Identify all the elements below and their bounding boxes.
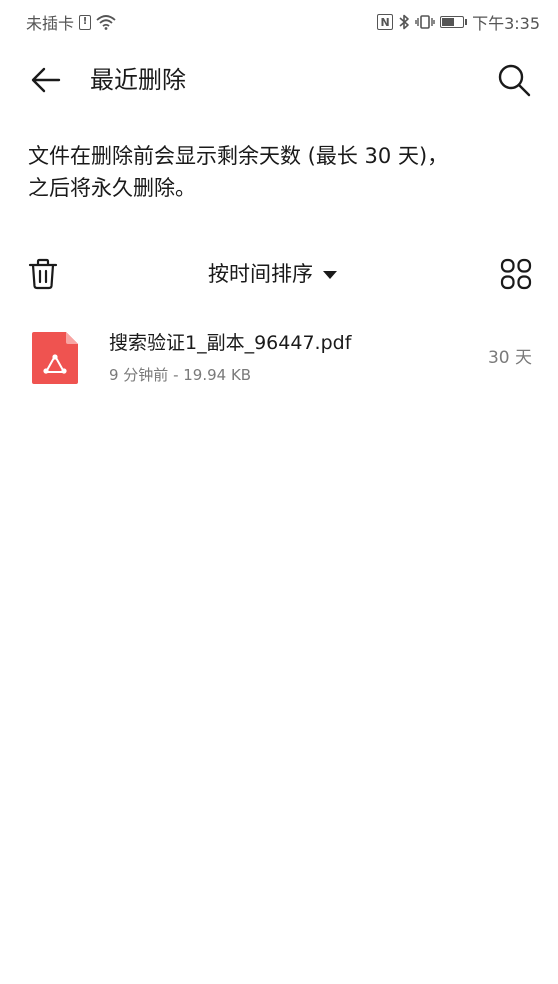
- status-time: 下午3:35: [472, 14, 540, 33]
- nfc-icon: N: [377, 14, 394, 30]
- search-icon: [498, 64, 531, 97]
- back-button[interactable]: [26, 60, 66, 100]
- file-name: 搜索验证1_副本_96447.pdf: [109, 332, 352, 354]
- wifi-icon: [96, 15, 116, 30]
- status-right: N 下午3:35: [377, 10, 540, 34]
- notice-line-1: 文件在删除前会显示剩余天数 (最长 30 天)，: [28, 144, 449, 168]
- vibrate-icon: [415, 15, 435, 29]
- caret-down-icon: [323, 271, 337, 279]
- battery-icon: [440, 16, 468, 28]
- sim-missing-icon: !: [79, 14, 92, 30]
- grid-view-icon: [500, 258, 532, 290]
- file-row[interactable]: 搜索验证1_副本_96447.pdf 9 分钟前 - 19.94 KB 30 天: [0, 318, 558, 398]
- arrow-left-icon: [31, 67, 61, 93]
- sort-label: 按时间排序: [208, 262, 313, 286]
- deleted-file-list: 搜索验证1_副本_96447.pdf 9 分钟前 - 19.94 KB 30 天: [0, 318, 558, 398]
- list-toolbar: 按时间排序: [0, 250, 558, 298]
- status-bar: 未插卡 ! N 下午3:35: [0, 0, 558, 44]
- page-title: 最近删除: [90, 66, 186, 94]
- grid-view-button[interactable]: [492, 254, 532, 294]
- notice-line-2: 之后将永久删除。: [28, 176, 196, 200]
- carrier-label: 未插卡: [26, 14, 75, 33]
- trash-icon: [28, 258, 58, 290]
- search-button[interactable]: [492, 58, 536, 102]
- sort-dropdown[interactable]: 按时间排序: [208, 258, 337, 290]
- pdf-file-icon: [32, 332, 78, 384]
- retention-notice: 文件在删除前会显示剩余天数 (最长 30 天)， 之后将永久删除。: [28, 140, 528, 204]
- app-header: 最近删除: [0, 50, 558, 110]
- file-meta: 9 分钟前 - 19.94 KB: [109, 366, 252, 384]
- days-remaining: 30 天: [487, 348, 532, 368]
- delete-button[interactable]: [28, 254, 68, 294]
- status-left: 未插卡 !: [26, 10, 116, 34]
- bluetooth-icon: [399, 14, 409, 30]
